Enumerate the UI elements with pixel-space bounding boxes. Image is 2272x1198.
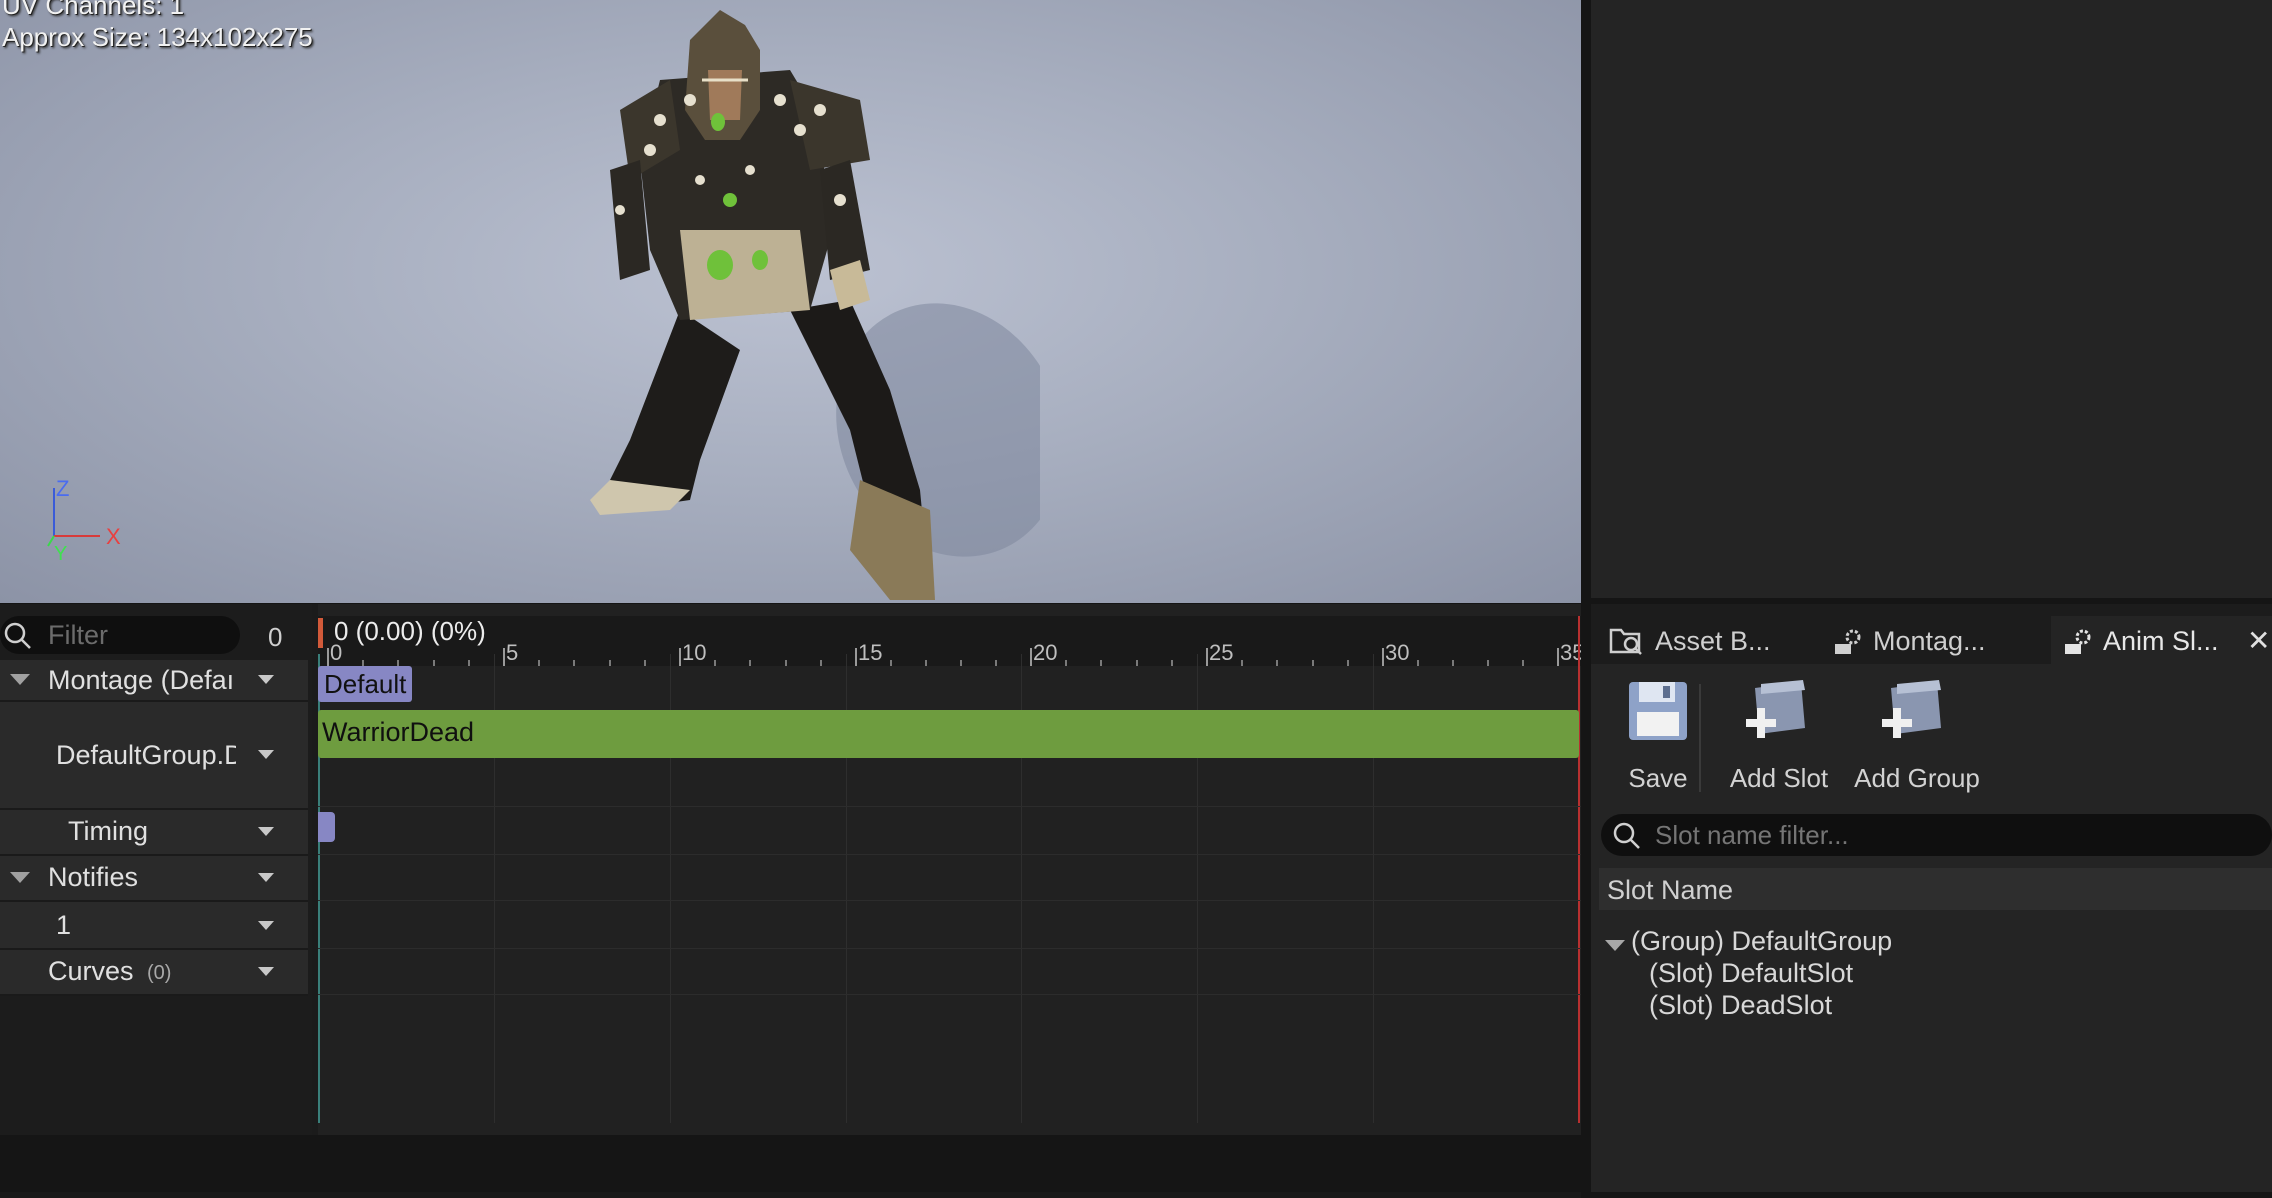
montage-sections-icon — [1835, 629, 1861, 654]
chevron-down-icon[interactable] — [258, 967, 274, 976]
playhead-time-label: 0 (0.00) (0%) — [334, 616, 486, 646]
track-montage[interactable]: Montage (Defaı — [0, 660, 308, 702]
anim-slot-manager-panel: Asset B... Montag... Anim Sl... ✕ Save A… — [1591, 604, 2272, 1192]
tree-slot-deadslot[interactable]: (Slot) DeadSlot — [1649, 990, 1832, 1021]
save-button[interactable]: Save — [1603, 674, 1713, 794]
close-icon[interactable]: ✕ — [2247, 624, 2270, 657]
viewport[interactable]: UV Channels: 1 Approx Size: 134x102x275 — [0, 0, 1581, 603]
axis-y-label: Y — [54, 543, 67, 560]
track-filter-input[interactable]: Filter — [0, 616, 240, 654]
playhead-marker[interactable] — [318, 618, 323, 648]
track-notifies-label: Notifies — [48, 862, 139, 892]
tree-collapse-arrow-icon[interactable] — [1605, 940, 1625, 951]
status-strip — [0, 1135, 1581, 1192]
add-group-icon — [1882, 680, 1941, 738]
axis-gizmo: Z X Y — [47, 480, 121, 560]
collapse-arrow-icon[interactable] — [10, 674, 30, 685]
track-timing-label: Timing — [68, 816, 149, 846]
save-icon — [1629, 682, 1687, 740]
add-group-button-label: Add Group — [1854, 763, 1980, 793]
add-slot-button[interactable]: Add Slot — [1719, 674, 1839, 794]
add-group-button[interactable]: Add Group — [1847, 674, 1987, 794]
filter-placeholder: Filter — [48, 620, 108, 650]
track-curves-count: (0) — [147, 962, 172, 984]
tab-anim-slot-label: Anim Sl... — [2103, 626, 2219, 656]
tab-montage-sections[interactable]: Montag... — [1827, 616, 2037, 664]
tree-group-defaultgroup[interactable]: (Group) DefaultGroup — [1631, 926, 1892, 957]
track-area[interactable]: 0 5 10 15 20 25 30 35 0 (0.00) (0%) Defa… — [318, 604, 1581, 1135]
tab-montage-sections-label: Montag... — [1873, 626, 1986, 656]
filter-count: 0 — [268, 622, 283, 652]
track-notify-1-label: 1 — [56, 910, 72, 940]
asset-browser-icon — [1609, 628, 1642, 655]
slot-name-column-header[interactable]: Slot Name — [1599, 868, 2272, 910]
slot-name-header-label: Slot Name — [1607, 875, 1734, 905]
tree-slot-defaultslot[interactable]: (Slot) DefaultSlot — [1649, 958, 1853, 989]
anim-segment-label: WarriorDead — [322, 717, 475, 747]
track-list: Filter 0 Montage (Defaı DefaultGroup.D T… — [0, 604, 312, 1135]
slot-name-filter-input[interactable]: Slot name filter... — [1601, 814, 2272, 856]
end-marker-line — [1578, 616, 1580, 1123]
anim-segment-warriordead[interactable]: WarriorDead — [318, 710, 1579, 758]
chevron-down-icon[interactable] — [258, 873, 274, 882]
tab-anim-slot-manager[interactable]: Anim Sl... ✕ — [2051, 616, 2272, 664]
anim-slot-body: Save Add Slot Add Group Slot name filter… — [1591, 664, 2272, 1192]
track-curves-label: Curves — [48, 956, 134, 986]
character-preview-mesh — [590, 10, 1040, 600]
slot-filter-placeholder: Slot name filter... — [1655, 820, 1849, 850]
time-ruler[interactable]: 0 5 10 15 20 25 30 35 — [318, 616, 1581, 666]
track-slot[interactable]: DefaultGroup.D — [0, 702, 308, 810]
details-panel — [1591, 0, 2272, 598]
timing-marker[interactable] — [318, 812, 335, 842]
chevron-down-icon[interactable] — [258, 827, 274, 836]
track-montage-label: Montage (Defaı — [48, 665, 234, 695]
track-slot-label: DefaultGroup.D — [56, 740, 236, 770]
axis-z-label: Z — [56, 480, 69, 501]
search-icon — [4, 622, 31, 649]
toolbar-separator — [1699, 684, 1701, 792]
ruler-ticks — [327, 648, 1559, 666]
collapse-arrow-icon[interactable] — [10, 872, 30, 883]
axis-x-label: X — [106, 524, 121, 549]
viewport-stat-uv-channels: UV Channels: 1 — [2, 0, 185, 20]
add-slot-icon — [1746, 680, 1805, 738]
anim-slot-icon — [2065, 629, 2091, 654]
chevron-down-icon[interactable] — [258, 921, 274, 930]
chevron-down-icon[interactable] — [258, 675, 274, 684]
add-slot-button-label: Add Slot — [1729, 763, 1829, 793]
tab-asset-browser[interactable]: Asset B... — [1601, 616, 1811, 664]
montage-section-default[interactable]: Default — [318, 666, 413, 702]
track-curves[interactable]: Curves (0) — [0, 950, 308, 996]
chevron-down-icon[interactable] — [258, 750, 274, 759]
track-timing[interactable]: Timing — [0, 810, 308, 856]
save-button-label: Save — [1628, 763, 1688, 793]
track-notifies[interactable]: Notifies — [0, 856, 308, 902]
viewport-stat-approx-size: Approx Size: 134x102x275 — [2, 22, 313, 52]
tab-asset-browser-label: Asset B... — [1655, 626, 1771, 656]
track-notify-1[interactable]: 1 — [0, 902, 308, 950]
montage-timeline: Filter 0 Montage (Defaı DefaultGroup.D T… — [0, 604, 1581, 1198]
search-icon — [1613, 822, 1640, 849]
